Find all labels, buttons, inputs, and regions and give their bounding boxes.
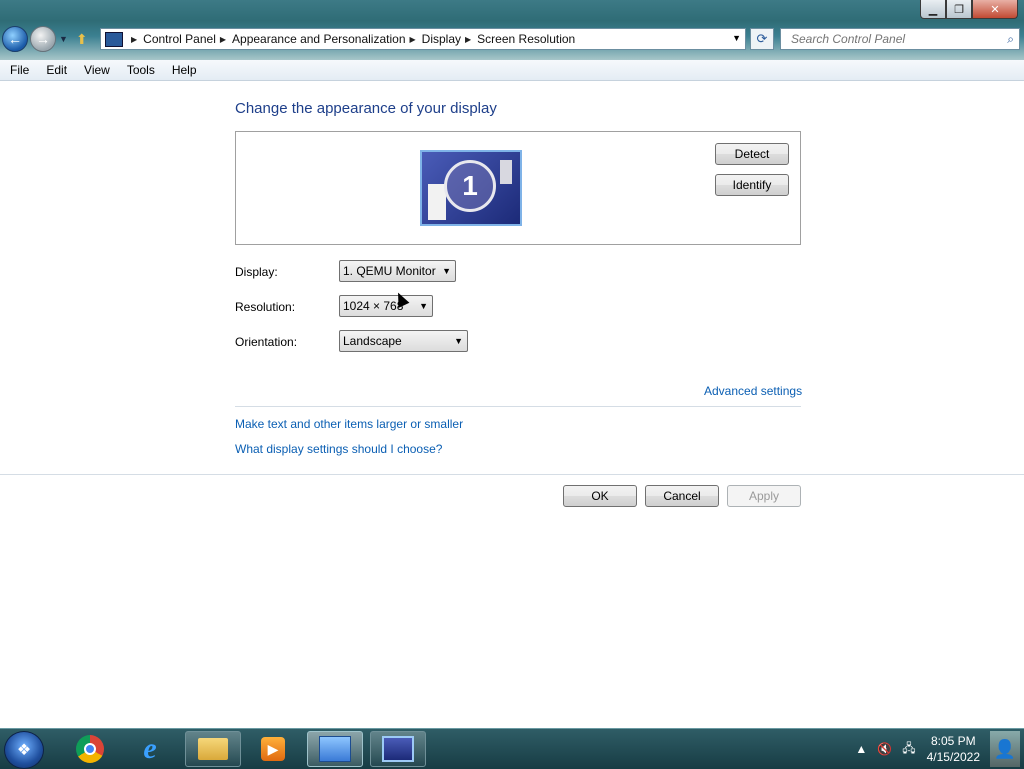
divider — [235, 406, 801, 407]
detect-button[interactable]: Detect — [715, 143, 789, 165]
footer-divider — [0, 474, 1024, 475]
recent-pages-dropdown-icon[interactable]: ▼ — [59, 34, 68, 44]
address-bar[interactable]: ▶ Control Panel ▶ Appearance and Persona… — [100, 28, 746, 50]
forward-button[interactable]: → — [30, 26, 56, 52]
menu-file[interactable]: File — [0, 63, 36, 77]
menu-help[interactable]: Help — [162, 63, 204, 77]
display-label: Display: — [235, 265, 278, 279]
control-panel-icon[interactable] — [307, 731, 363, 767]
monitor-number: 1 — [444, 160, 496, 212]
clock-time: 8:05 PM — [930, 734, 976, 748]
chevron-down-icon: ▼ — [442, 266, 451, 276]
volume-muted-icon[interactable]: 🔇 — [877, 742, 892, 756]
system-tray: ▲ 🔇 🖧 8:05 PM 4/15/2022 👤 — [850, 729, 1024, 769]
apply-button[interactable]: Apply — [727, 485, 801, 507]
media-player-icon[interactable]: ▶ — [245, 731, 301, 767]
window-controls: ▁ ❐ ✕ — [920, 0, 1018, 20]
file-explorer-icon[interactable] — [185, 731, 241, 767]
window-chrome: ▁ ❐ ✕ ← → ▼ ⬆ ▶ Control Panel ▶ Appearan… — [0, 0, 1024, 60]
orientation-label: Orientation: — [235, 335, 298, 349]
display-preview-panel: 1 Detect Identify — [235, 131, 801, 245]
display-settings-icon[interactable] — [370, 731, 426, 767]
text-size-link[interactable]: Make text and other items larger or smal… — [235, 417, 463, 431]
back-button[interactable]: ← — [2, 26, 28, 52]
taskbar: ❖ e ▶ ▲ 🔇 🖧 8:05 PM 4/15/2022 👤 — [0, 728, 1024, 769]
page-title: Change the appearance of your display — [235, 100, 497, 117]
start-orb-icon[interactable]: ❖ — [4, 731, 44, 769]
advanced-settings-link[interactable]: Advanced settings — [704, 384, 802, 398]
display-settings-help-link[interactable]: What display settings should I choose? — [235, 442, 442, 456]
breadcrumb-screen-resolution[interactable]: Screen Resolution — [477, 32, 575, 46]
breadcrumb-separator-icon[interactable]: ▶ — [410, 35, 416, 44]
chrome-icon[interactable] — [62, 731, 118, 767]
search-box[interactable]: ⌕ — [780, 28, 1020, 50]
address-dropdown-icon[interactable]: ▼ — [732, 33, 741, 43]
maximize-button[interactable]: ❐ — [946, 0, 972, 19]
network-icon[interactable]: 🖧 — [902, 739, 915, 760]
back-arrow-icon: ← — [8, 31, 22, 47]
menu-bar: File Edit View Tools Help — [0, 60, 1024, 81]
menu-tools[interactable]: Tools — [117, 63, 162, 77]
control-panel-icon — [105, 31, 123, 47]
forward-arrow-icon: → — [36, 31, 50, 47]
show-desktop-button[interactable]: 👤 — [990, 731, 1020, 767]
identify-button[interactable]: Identify — [715, 174, 789, 196]
cancel-button[interactable]: Cancel — [645, 485, 719, 507]
clock[interactable]: 8:05 PM 4/15/2022 — [927, 733, 980, 765]
chevron-down-icon: ▼ — [419, 301, 428, 311]
search-icon[interactable]: ⌕ — [1007, 32, 1014, 47]
up-folder-icon[interactable]: ⬆ — [76, 31, 88, 48]
internet-explorer-icon[interactable]: e — [122, 731, 178, 767]
refresh-button[interactable]: ⟳ — [750, 28, 774, 50]
show-hidden-icons-icon[interactable]: ▲ — [855, 742, 867, 756]
resolution-label: Resolution: — [235, 300, 296, 314]
resolution-select-value: 1024 × 768 — [343, 299, 404, 313]
search-input[interactable] — [789, 31, 993, 47]
display-select[interactable]: 1. QEMU Monitor ▼ — [339, 260, 456, 282]
breadcrumb-control-panel[interactable]: Control Panel — [143, 32, 216, 46]
clock-date: 4/15/2022 — [926, 750, 980, 764]
menu-edit[interactable]: Edit — [36, 63, 74, 77]
breadcrumb-separator-icon[interactable]: ▶ — [131, 35, 137, 44]
minimize-button[interactable]: ▁ — [920, 0, 946, 19]
chevron-down-icon: ▼ — [454, 336, 463, 346]
navigation-buttons: ← → ▼ ⬆ — [2, 26, 88, 52]
breadcrumb-separator-icon[interactable]: ▶ — [465, 35, 471, 44]
resolution-select[interactable]: 1024 × 768 ▼ — [339, 295, 433, 317]
ok-button[interactable]: OK — [563, 485, 637, 507]
close-button[interactable]: ✕ — [972, 0, 1018, 19]
breadcrumb-separator-icon[interactable]: ▶ — [220, 35, 226, 44]
monitor-1-icon[interactable]: 1 — [420, 150, 522, 226]
refresh-icon: ⟳ — [756, 31, 768, 46]
breadcrumb-appearance[interactable]: Appearance and Personalization — [232, 32, 405, 46]
window-thumbnail-icon — [500, 160, 512, 184]
display-select-value: 1. QEMU Monitor — [343, 264, 436, 278]
breadcrumb-display[interactable]: Display — [422, 32, 461, 46]
orientation-select[interactable]: Landscape ▼ — [339, 330, 468, 352]
menu-view[interactable]: View — [74, 63, 117, 77]
orientation-select-value: Landscape — [343, 334, 402, 348]
user-icon: 👤 — [993, 738, 1017, 759]
